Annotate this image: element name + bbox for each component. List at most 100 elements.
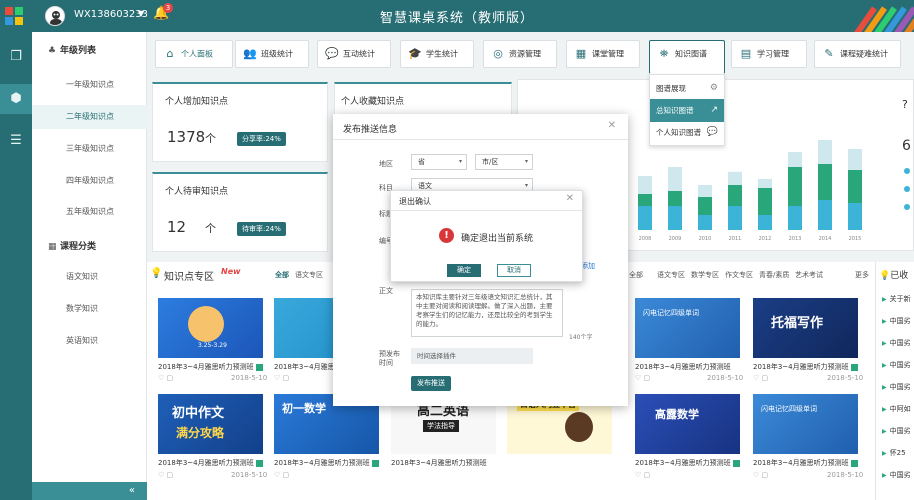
- heart-icon[interactable]: ♡ ▢: [635, 471, 650, 479]
- tab-difficulty[interactable]: ✎ 课程疑难统计: [814, 40, 901, 68]
- course-caption: 2018年3~4月雅思听力预测班: [753, 362, 858, 372]
- sidebar-group-courses[interactable]: ▦ 课程分类: [32, 236, 147, 258]
- layers-icon[interactable]: ☰: [0, 126, 32, 156]
- tab-students[interactable]: 🎓 学生统计: [400, 40, 474, 68]
- filter-art[interactable]: 艺术考试: [795, 270, 823, 280]
- heart-icon[interactable]: ♡ ▢: [753, 374, 768, 382]
- section-title: 知识点专区: [164, 272, 214, 283]
- tab-classroom[interactable]: ▦ 课堂管理: [566, 40, 640, 68]
- sidebar-item-english[interactable]: 英语知识: [32, 329, 147, 353]
- course-caption: 2018年3~4月雅思听力预测班: [158, 458, 263, 468]
- sidebar-item-grade-1[interactable]: 一年级知识点: [32, 73, 147, 97]
- tab-interaction[interactable]: 💬 互动统计: [317, 40, 391, 68]
- course-thumbnail[interactable]: 3.25-3.29: [158, 298, 263, 358]
- add-link[interactable]: 添加: [581, 261, 595, 271]
- collected-title: 💡已收: [879, 268, 908, 281]
- list-item-text: 中国劣: [889, 339, 911, 347]
- menu-item-label: 总知识图谱: [656, 106, 694, 115]
- list-item[interactable]: ▶ 关于新: [882, 294, 911, 304]
- filter-chinese-right[interactable]: 语文专区: [657, 270, 685, 280]
- cancel-button[interactable]: 取消: [497, 264, 531, 277]
- heart-icon[interactable]: ♡ ▢: [158, 374, 173, 382]
- sidebar-item-math[interactable]: 数学知识: [32, 297, 147, 321]
- tab-personal[interactable]: ⌂ 个人面板: [155, 40, 233, 68]
- bar-2012-s2: [758, 179, 772, 188]
- graduation-icon: 🎓: [408, 47, 422, 60]
- heart-icon[interactable]: ♡ ▢: [158, 471, 173, 479]
- legend-dot-2: [904, 186, 910, 192]
- play-icon: ▶: [882, 340, 887, 347]
- tab-class-stats[interactable]: 👥 班级统计: [235, 40, 309, 68]
- body-textarea[interactable]: 本知识库主要针对三年级语文知识汇总统计，其中主要对阅读和阅读理解。做了深入出题，…: [411, 289, 563, 337]
- close-icon[interactable]: ✕: [566, 193, 574, 204]
- filter-all[interactable]: 全部: [275, 270, 289, 280]
- tab-knowledge-map[interactable]: ⛯ 知识图谱: [649, 40, 725, 74]
- course-thumbnail[interactable]: 闪电记忆四级单词: [635, 298, 740, 358]
- menu-item-map-view[interactable]: 图谱展现 ⚙: [650, 77, 724, 100]
- chat-icon: 💬: [325, 47, 339, 60]
- caret-down-icon: ▾: [524, 158, 528, 165]
- app-title: 智慧课桌系统（教师版）: [379, 11, 534, 26]
- menu-item-total-map[interactable]: 总知识图谱 ↗: [650, 99, 724, 122]
- sidebar-item-grade-2[interactable]: 二年级知识点: [32, 105, 147, 129]
- double-chevron-left-icon[interactable]: «: [32, 482, 147, 500]
- more-link[interactable]: 更多: [855, 270, 869, 280]
- close-icon[interactable]: ✕: [608, 120, 616, 131]
- city-select[interactable]: 市/区 ▾: [475, 154, 533, 170]
- bar-2015-s1: [848, 170, 862, 203]
- legend-dot-3: [904, 204, 910, 210]
- copy-icon[interactable]: ❐: [0, 42, 32, 72]
- bar-2010-s2: [698, 185, 712, 197]
- tab-learning[interactable]: ▤ 学习管理: [731, 40, 807, 68]
- course-thumbnail[interactable]: 高露数学: [635, 394, 740, 454]
- heart-icon[interactable]: ♡ ▢: [753, 471, 768, 479]
- list-item-text: 中国劣: [889, 317, 911, 325]
- play-icon: ▶: [882, 428, 887, 435]
- caption-text: 2018年3~4月雅思听力预测班: [635, 459, 731, 467]
- filter-math[interactable]: 数学专区: [691, 270, 719, 280]
- tab-resources[interactable]: ◎ 资源管理: [483, 40, 557, 68]
- list-item[interactable]: ▶ 中国劣: [882, 382, 911, 392]
- province-select[interactable]: 省 ▾: [411, 154, 467, 170]
- sidebar-item-grade-3[interactable]: 三年级知识点: [32, 137, 147, 161]
- card-title: 个人待审知识点: [165, 187, 229, 197]
- list-item[interactable]: ▶ 中阿如: [882, 404, 911, 414]
- list-item[interactable]: ▶ 怀25: [882, 448, 906, 458]
- filter-essay[interactable]: 作文专区: [725, 270, 753, 280]
- card-title: 个人收藏知识点: [341, 97, 405, 107]
- pending-ratio-badge: 待审率:24%: [237, 222, 286, 236]
- list-item[interactable]: ▶ 中国劣: [882, 338, 911, 348]
- heart-icon[interactable]: ♡ ▢: [635, 374, 650, 382]
- chart-help-icon[interactable]: ?: [902, 98, 908, 111]
- heart-icon[interactable]: ♡ ▢: [274, 374, 289, 382]
- course-thumbnail[interactable]: 托福写作: [753, 298, 858, 358]
- sidebar-group-grades[interactable]: ♣ 年级列表: [32, 40, 147, 62]
- caption-text: 2018年3~4月雅思听力预测班: [391, 459, 487, 467]
- list-item[interactable]: ▶ 中国劣: [882, 360, 911, 370]
- submit-push-button[interactable]: 发布推送: [411, 376, 451, 391]
- bar-2011-s2: [728, 171, 742, 185]
- x-tick-label: 2012: [759, 236, 772, 242]
- course-thumbnail[interactable]: 初中作文 满分攻略: [158, 394, 263, 454]
- network-icon: ♣: [48, 46, 57, 56]
- confirm-button[interactable]: 确定: [447, 264, 481, 277]
- filter-youth[interactable]: 青春/素质: [759, 270, 789, 280]
- list-item[interactable]: ▶ 中国劣: [882, 426, 911, 436]
- thumb-text: 托福写作: [771, 316, 824, 331]
- bar-2015-s0: [848, 203, 862, 230]
- thumb-text: 高露数学: [655, 408, 699, 421]
- date-picker[interactable]: 时间选择插件: [411, 348, 533, 364]
- filter-all-right[interactable]: 全部: [629, 270, 643, 280]
- list-item[interactable]: ▶ 中国劣: [882, 470, 911, 480]
- menu-item-personal-map[interactable]: 个人知识图谱 💬: [650, 121, 724, 144]
- grid-icon: ▦: [48, 242, 57, 252]
- heart-icon[interactable]: ♡ ▢: [274, 471, 289, 479]
- sidebar-item-grade-4[interactable]: 四年级知识点: [32, 169, 147, 193]
- filter-chinese[interactable]: 语文专区: [295, 270, 323, 280]
- sidebar-item-chinese[interactable]: 语文知识: [32, 265, 147, 289]
- course-thumbnail[interactable]: 闪电记忆四级单词: [753, 394, 858, 454]
- sidebar-item-grade-5[interactable]: 五年级知识点: [32, 200, 147, 224]
- bookmark-icon[interactable]: ⬢: [0, 84, 32, 114]
- list-item[interactable]: ▶ 中国劣: [882, 316, 911, 326]
- list-item-text: 关于新: [889, 295, 911, 303]
